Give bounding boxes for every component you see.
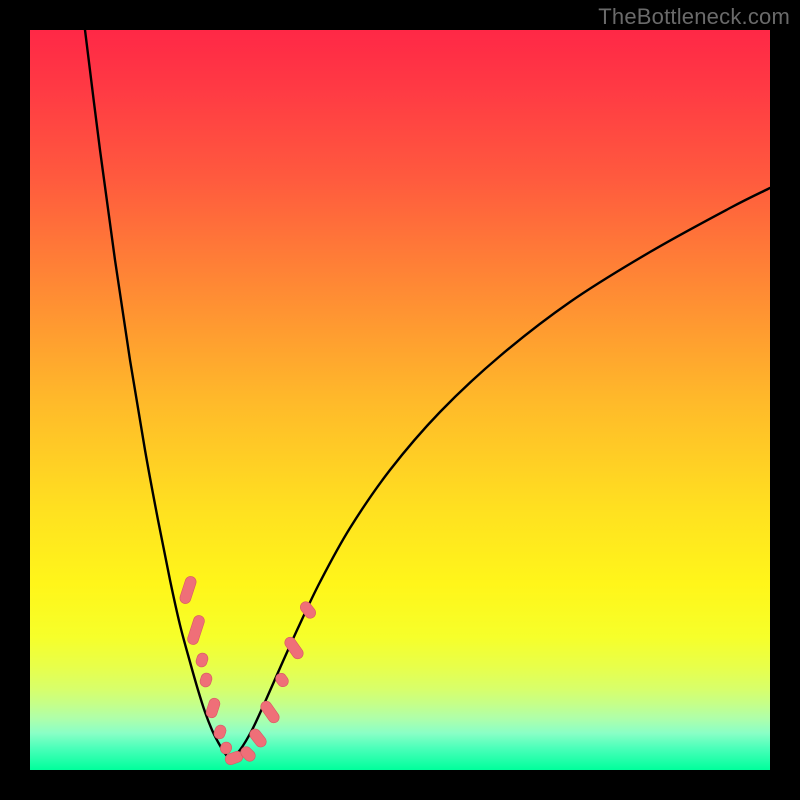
data-marker — [199, 672, 214, 689]
chart-container: { "watermark": "TheBottleneck.com", "col… — [0, 0, 800, 800]
data-marker — [205, 697, 222, 719]
data-marker — [298, 600, 318, 621]
curve-layer — [30, 30, 770, 770]
watermark-text: TheBottleneck.com — [598, 4, 790, 30]
curve-right-branch — [230, 188, 770, 760]
curve-left-branch — [85, 30, 230, 760]
plot-area — [30, 30, 770, 770]
data-marker — [273, 671, 290, 689]
data-marker — [186, 614, 206, 646]
data-marker — [195, 652, 210, 669]
data-marker — [178, 575, 197, 605]
data-marker — [259, 699, 282, 725]
